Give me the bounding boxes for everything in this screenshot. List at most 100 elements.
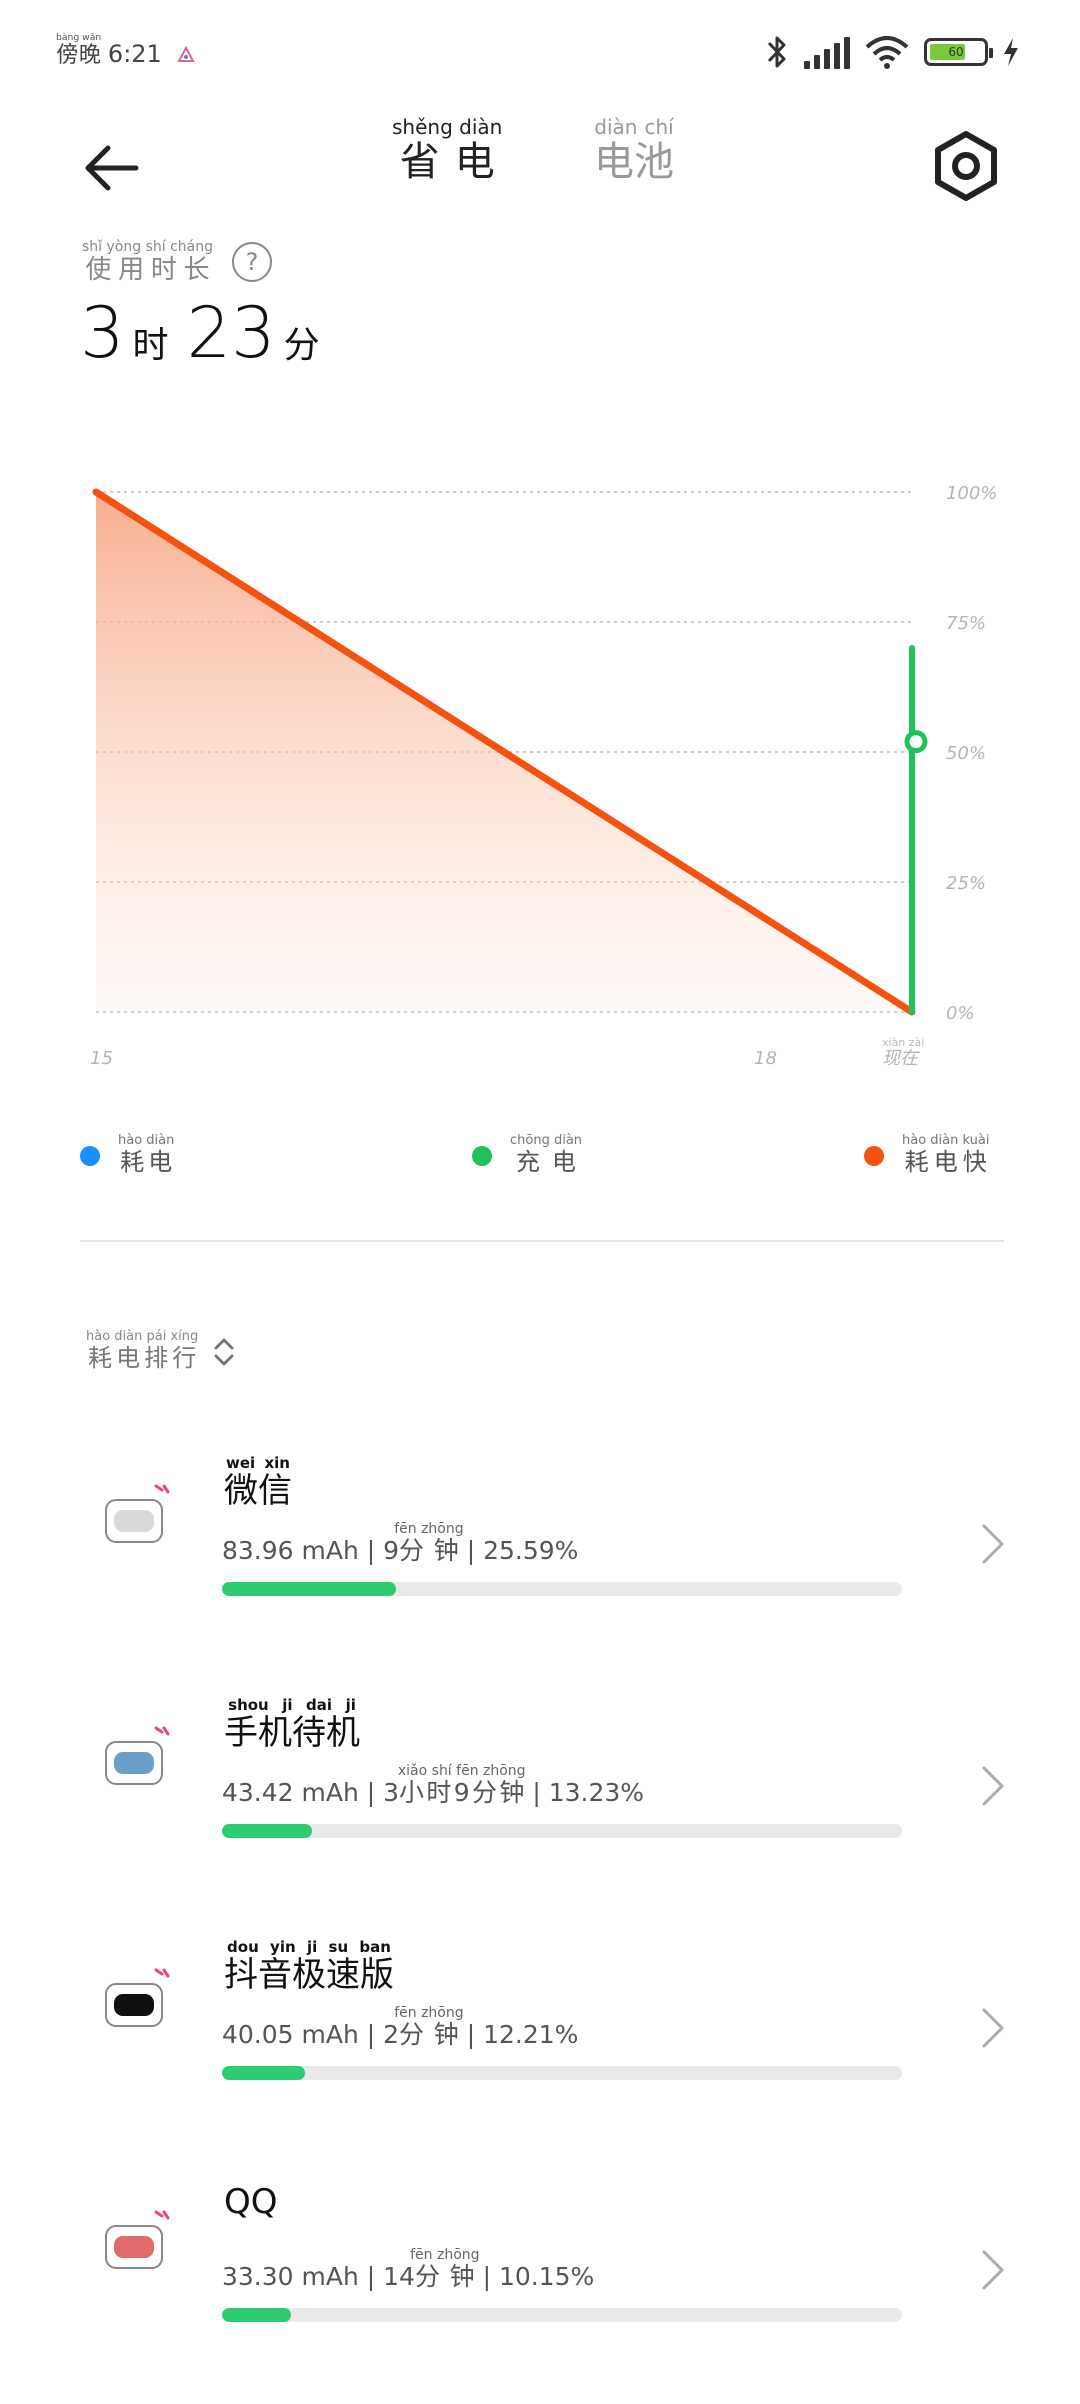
tab-battery-label: 电池 <box>594 139 674 185</box>
y-tick-label: 100% <box>946 483 997 504</box>
usage-progress-bar <box>222 2066 902 2080</box>
app-stat-unit: 分钟 <box>394 2020 464 2049</box>
app-name-pinyin: wei xin <box>224 1454 292 1472</box>
signal-icon <box>804 35 850 69</box>
legend-label-charging: 充电 <box>510 1148 583 1176</box>
chevron-right-icon[interactable] <box>978 2248 1008 2292</box>
app-name-pinyin: dou yin ji su ban <box>224 1938 394 1956</box>
app-stat-prefix: 83.96 mAh | 9 <box>222 1536 400 1565</box>
tab-battery-pinyin: diàn chí <box>594 115 674 139</box>
chevron-right-icon[interactable] <box>978 1522 1008 1566</box>
usage-minutes: 23 <box>186 292 276 374</box>
app-stat-suffix: | 13.23% <box>524 1778 645 1807</box>
app-name: 微信wei xin <box>224 1454 292 1512</box>
app-row[interactable]: 抖音极速版dou yin ji su ban 40.05 mAh | 2分钟fēn… <box>0 1922 1080 2162</box>
app-row[interactable]: 手机待机shou ji dai ji 43.42 mAh | 3小时9分钟xiǎo… <box>0 1680 1080 1920</box>
app-usage-stat: 40.05 mAh | 2分钟fēn zhōng | 12.21% <box>222 2005 579 2051</box>
app-stat-suffix: | 25.59% <box>458 1536 579 1565</box>
app-stat-suffix: | 10.15% <box>474 2262 595 2291</box>
battery-chart: 100% 75% 50% 25% 0% 15 18 现在xiàn zài <box>90 483 997 1069</box>
back-button[interactable] <box>76 128 156 208</box>
x-tick-label: 现在 <box>882 1048 920 1069</box>
divider <box>80 1240 1004 1242</box>
status-time-prefix-pinyin: bàng wǎn <box>56 32 102 43</box>
app-stat-suffix: | 12.21% <box>458 2020 579 2049</box>
app-usage-stat: 83.96 mAh | 9分钟fēn zhōng | 25.59% <box>222 1521 579 1567</box>
usage-label-pinyin: shǐ yòng shí cháng <box>82 239 213 255</box>
sort-toggle-icon <box>214 1338 234 1365</box>
charging-icon <box>1004 38 1018 66</box>
app-stat-prefix: 33.30 mAh | 14 <box>222 2262 415 2291</box>
notification-icon <box>177 45 195 62</box>
legend-pinyin-drain: hào diàn <box>118 1133 175 1148</box>
help-icon[interactable]: ? <box>232 242 272 282</box>
legend-item-fast-drain: 耗电快hào diàn kuài <box>864 1133 990 1177</box>
app-stat-unit-pinyin: xiǎo shí fēn zhōng <box>397 1763 526 1779</box>
legend-dot-charging <box>472 1145 492 1166</box>
usage-progress-bar <box>222 2308 902 2322</box>
x-tick-label: 15 <box>90 1048 113 1069</box>
usage-progress-fill <box>222 2308 292 2322</box>
usage-minute-unit: 分 <box>283 325 320 366</box>
tab-power-saving[interactable]: 省电shěng diàn <box>392 115 503 187</box>
usage-duration-value: 3 时 23 分 <box>80 292 338 374</box>
charging-marker <box>904 730 928 754</box>
wechat-icon <box>105 1484 170 1543</box>
settings-button[interactable] <box>924 124 1008 208</box>
legend-pinyin-fast-drain: hào diàn kuài <box>902 1133 990 1148</box>
battery-level: 60 <box>948 45 964 59</box>
tab-power-saving-label: 省电 <box>392 139 503 185</box>
usage-progress-fill <box>222 1582 396 1596</box>
app-name: 抖音极速版dou yin ji su ban <box>224 1938 394 1996</box>
usage-progress-fill <box>222 1824 312 1838</box>
app-stat-unit: 分钟 <box>410 2262 480 2291</box>
usage-hours: 3 <box>80 292 125 374</box>
tab-battery[interactable]: 电池diàn chí <box>594 115 674 187</box>
app-stat-unit: 分钟 <box>394 1536 464 1565</box>
y-tick-label: 50% <box>946 743 986 764</box>
legend-label-drain: 耗电 <box>118 1148 175 1176</box>
app-stat-unit-pinyin: fēn zhōng <box>394 1521 464 1537</box>
app-row[interactable]: QQ 33.30 mAh | 14分钟fēn zhōng | 10.15% <box>0 2164 1080 2404</box>
douyin-icon <box>105 1968 170 2027</box>
qq-icon <box>105 2210 170 2269</box>
legend-item-charging: 充电chōng diàn <box>472 1133 583 1177</box>
status-time: 傍晚bàng wǎn 6:21 <box>56 32 197 69</box>
usage-hour-unit: 时 <box>132 325 169 366</box>
usage-progress-bar <box>222 1582 902 1596</box>
ranking-title: 耗电排行 <box>86 1344 199 1372</box>
app-name-text: 微信 <box>224 1471 292 1511</box>
app-stat-prefix: 43.42 mAh | 3 <box>222 1778 400 1807</box>
status-time-prefix: 傍晚 <box>56 43 102 68</box>
y-tick-label: 25% <box>946 873 986 894</box>
app-name-text: QQ <box>224 2182 278 2222</box>
usage-label-text: 使用时长 <box>82 255 213 285</box>
usage-duration-label: 使用时长shǐ yòng shí cháng <box>82 239 213 286</box>
app-row[interactable]: 微信wei xin 83.96 mAh | 9分钟fēn zhōng | 25.5… <box>0 1438 1080 1678</box>
app-name: 手机待机shou ji dai ji <box>224 1696 360 1754</box>
app-usage-stat: 33.30 mAh | 14分钟fēn zhōng | 10.15% <box>222 2247 595 2293</box>
legend-pinyin-charging: chōng diàn <box>510 1133 583 1148</box>
legend-label-fast-drain: 耗电快 <box>902 1148 990 1176</box>
app-usage-stat: 43.42 mAh | 3小时9分钟xiǎo shí fēn zhōng | 1… <box>222 1763 645 1809</box>
status-icons: 60 <box>764 30 1020 74</box>
chevron-right-icon[interactable] <box>978 2006 1008 2050</box>
app-stat-unit: 小时9分钟 <box>397 1778 526 1807</box>
app-stat-unit-pinyin: fēn zhōng <box>394 2005 464 2021</box>
standby-icon <box>105 1726 170 1785</box>
battery-icon: 60 <box>924 38 993 66</box>
app-name-text: 手机待机 <box>224 1713 360 1753</box>
ranking-sort-toggle[interactable]: 耗电排行hào diàn pái xíng <box>86 1329 236 1373</box>
usage-progress-bar <box>222 1824 902 1838</box>
chevron-right-icon[interactable] <box>978 1764 1008 1808</box>
app-stat-unit-pinyin: fēn zhōng <box>410 2247 480 2263</box>
x-tick-label: 18 <box>754 1048 777 1069</box>
usage-progress-fill <box>222 2066 306 2080</box>
bluetooth-icon <box>767 36 786 68</box>
app-name-pinyin: shou ji dai ji <box>224 1696 360 1714</box>
app-name-text: 抖音极速版 <box>224 1955 394 1995</box>
app-stat-prefix: 40.05 mAh | 2 <box>222 2020 400 2049</box>
ranking-title-pinyin: hào diàn pái xíng <box>86 1329 199 1344</box>
tab-power-saving-pinyin: shěng diàn <box>392 115 503 139</box>
legend-dot-fast-drain <box>864 1145 884 1166</box>
